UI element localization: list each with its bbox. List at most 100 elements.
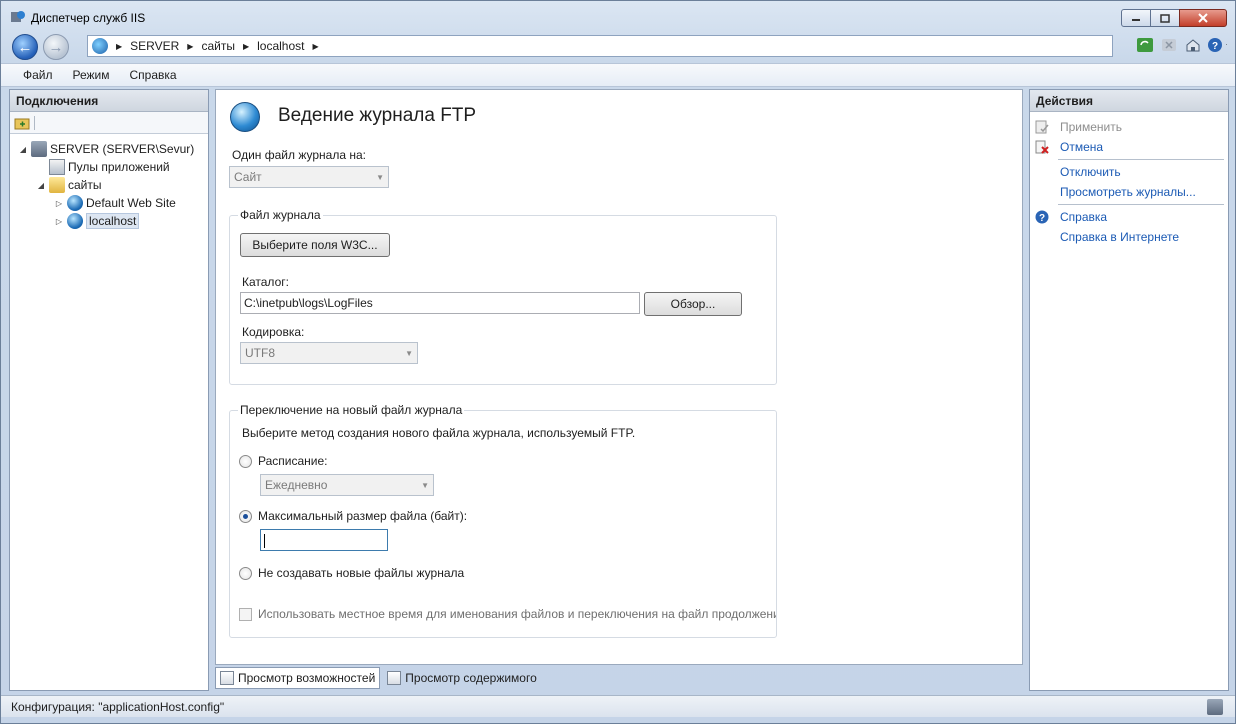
tab-features-view[interactable]: Просмотр возможностей: [215, 667, 381, 689]
encoding-label: Кодировка:: [242, 325, 305, 339]
one-log-per-select[interactable]: Сайт ▼: [229, 166, 389, 188]
action-cancel[interactable]: Отмена: [1030, 137, 1228, 157]
tree-label-sites: сайты: [68, 178, 102, 192]
dropdown-arrow-icon: ▼: [421, 480, 429, 490]
menu-view[interactable]: Режим: [63, 68, 120, 82]
breadcrumb-arrow-icon: ▶: [242, 41, 250, 51]
log-file-group-title: Файл журнала: [238, 208, 323, 222]
window-title: Диспетчер служб IIS: [31, 11, 146, 25]
address-bar[interactable]: ▶ SERVER ▶ сайты ▶ localhost ▶: [87, 35, 1113, 57]
app-pools-icon: [49, 159, 65, 175]
status-text: Конфигурация: "applicationHost.config": [11, 700, 225, 714]
browse-button[interactable]: Обзор...: [644, 292, 742, 316]
collapse-icon[interactable]: ◢: [18, 145, 28, 154]
features-view-icon: [220, 671, 234, 685]
maximize-icon: [1160, 13, 1170, 23]
tree-node-sites[interactable]: ◢ сайты: [10, 176, 208, 194]
tree-label-app-pools: Пулы приложений: [68, 160, 170, 174]
svg-text:?: ?: [1039, 213, 1045, 224]
tree-node-app-pools[interactable]: Пулы приложений: [10, 158, 208, 176]
breadcrumb-arrow-icon: ▶: [187, 41, 194, 51]
close-button[interactable]: [1179, 9, 1227, 27]
select-w3c-fields-button[interactable]: Выберите поля W3C...: [240, 233, 390, 257]
connections-header: Подключения: [10, 90, 208, 112]
ftp-logging-globe-icon: [230, 102, 260, 132]
iis-app-icon: [10, 10, 26, 24]
create-connection-icon[interactable]: [14, 116, 30, 130]
ftp-logging-panel: Ведение журнала FTP Один файл журнала на…: [215, 89, 1023, 665]
forward-button[interactable]: →: [43, 34, 69, 60]
tab-content-view[interactable]: Просмотр содержимого: [382, 667, 541, 689]
iis-manager-window: Диспетчер служб IIS ← → ▶ SERVER ▶ сайты ▶…: [0, 0, 1236, 724]
menu-file[interactable]: Файл: [13, 68, 63, 82]
globe-icon: [92, 38, 108, 54]
actions-panel: Действия Применить Отмена Отключить Прос…: [1029, 89, 1229, 691]
max-file-size-radio[interactable]: [239, 510, 252, 523]
schedule-select[interactable]: Ежедневно ▼: [260, 474, 434, 496]
breadcrumb-localhost[interactable]: localhost: [257, 39, 304, 53]
minimize-button[interactable]: [1121, 9, 1151, 27]
use-local-time-label: Использовать местное время для именовани…: [258, 607, 776, 621]
status-bar: Конфигурация: "applicationHost.config": [1, 695, 1235, 717]
action-help[interactable]: ? Справка: [1030, 207, 1228, 227]
svg-text:?: ?: [1212, 41, 1218, 52]
schedule-label: Расписание:: [258, 454, 328, 468]
tree-label-default-web-site: Default Web Site: [86, 196, 176, 210]
menu-bar: Файл Режим Справка: [1, 63, 1235, 87]
tree-label-server: SERVER (SERVER\Sevur): [50, 142, 195, 156]
max-file-size-label: Максимальный размер файла (байт):: [258, 509, 468, 523]
help-dropdown-icon[interactable]: ?: [1207, 36, 1227, 54]
view-tabs: Просмотр возможностей Просмотр содержимо…: [215, 667, 542, 691]
sites-folder-icon: [49, 177, 65, 193]
directory-label: Каталог:: [242, 275, 289, 289]
back-button[interactable]: ←: [12, 34, 38, 60]
tree-node-default-web-site[interactable]: ▷ Default Web Site: [10, 194, 208, 212]
content-view-icon: [387, 671, 402, 685]
tree-node-server[interactable]: ◢ SERVER (SERVER\Sevur): [10, 140, 208, 158]
home-icon[interactable]: [1183, 36, 1203, 54]
directory-input[interactable]: C:\inetpub\logs\LogFiles: [240, 292, 640, 314]
action-view-logs[interactable]: Просмотреть журналы...: [1030, 182, 1228, 202]
log-rollover-group: Переключение на новый файл журнала Выбер…: [229, 403, 777, 638]
help-icon: ?: [1034, 209, 1050, 225]
encoding-select[interactable]: UTF8 ▼: [240, 342, 418, 364]
action-disable[interactable]: Отключить: [1030, 162, 1228, 182]
stop-icon[interactable]: [1159, 36, 1179, 54]
minimize-icon: [1132, 19, 1140, 21]
apply-icon: [1034, 119, 1050, 135]
connections-toolbar: [10, 112, 208, 134]
tree-node-localhost[interactable]: ▷ localhost: [10, 212, 208, 230]
collapse-icon[interactable]: ◢: [36, 181, 46, 190]
actions-header: Действия: [1030, 90, 1228, 112]
breadcrumb-arrow-icon[interactable]: ▶: [312, 42, 318, 51]
action-online-help[interactable]: Справка в Интернете: [1030, 227, 1228, 247]
close-icon: [1198, 13, 1208, 23]
globe-icon: [67, 195, 83, 211]
expand-icon[interactable]: ▷: [54, 199, 64, 208]
log-file-group: Файл журнала Выберите поля W3C... Катало…: [229, 208, 777, 385]
log-rollover-group-title: Переключение на новый файл журнала: [238, 403, 465, 417]
back-arrow-icon: ←: [17, 38, 33, 56]
use-local-time-checkbox[interactable]: [239, 608, 252, 621]
breadcrumb-sites[interactable]: сайты: [201, 39, 235, 53]
tree-label-localhost: localhost: [86, 213, 140, 229]
schedule-radio[interactable]: [239, 455, 252, 468]
no-new-files-radio[interactable]: [239, 567, 252, 580]
actions-separator: [1058, 204, 1224, 205]
text-caret: [264, 533, 265, 548]
rollover-description: Выберите метод создания нового файла жур…: [242, 426, 636, 440]
max-file-size-input[interactable]: [260, 529, 388, 551]
maximize-button[interactable]: [1150, 9, 1180, 27]
refresh-icon[interactable]: [1135, 36, 1155, 54]
action-apply[interactable]: Применить: [1030, 117, 1228, 137]
expand-icon[interactable]: ▷: [54, 217, 64, 226]
actions-separator: [1058, 159, 1224, 160]
connections-tree: ◢ SERVER (SERVER\Sevur) Пулы приложений …: [10, 134, 208, 230]
one-log-label: Один файл журнала на:: [232, 148, 366, 162]
title-bar: Диспетчер служб IIS: [1, 1, 1235, 33]
menu-help[interactable]: Справка: [120, 68, 187, 82]
forward-arrow-icon: →: [48, 38, 64, 56]
connections-panel: Подключения ◢ SERVER (SERVER\Sevur) Пулы…: [9, 89, 209, 691]
breadcrumb-server[interactable]: SERVER: [130, 39, 179, 53]
server-icon: [31, 141, 47, 157]
